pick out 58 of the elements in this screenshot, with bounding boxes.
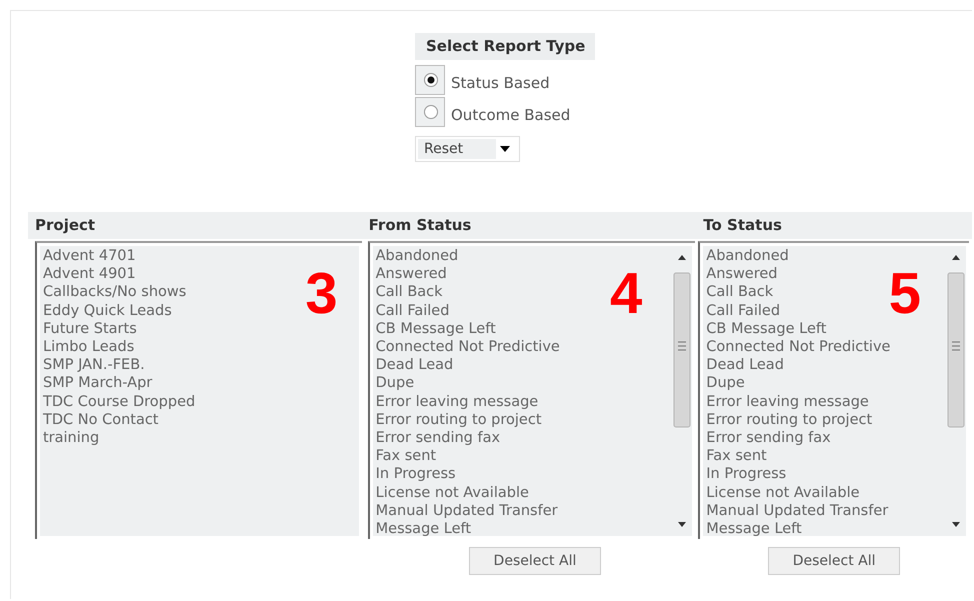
list-item[interactable]: Eddy Quick Leads xyxy=(43,302,172,320)
radio-button[interactable] xyxy=(423,104,439,120)
list-item[interactable]: Fax sent xyxy=(376,447,436,466)
list-item[interactable]: Dead Lead xyxy=(376,356,454,374)
list-item[interactable]: Error sending fax xyxy=(706,429,831,448)
list-item[interactable]: SMP March-Apr xyxy=(43,374,152,393)
list-item[interactable]: Answered xyxy=(706,265,778,284)
list-item[interactable]: Error leaving message xyxy=(706,392,869,411)
list-item[interactable]: CB Message Left xyxy=(376,320,496,338)
deselect-all-button[interactable]: Deselect All xyxy=(768,547,900,575)
list-item[interactable]: Call Back xyxy=(706,283,774,302)
list-item[interactable]: Dead Lead xyxy=(706,356,784,374)
list-item[interactable]: SMP JAN.-FEB. xyxy=(43,356,145,374)
list-item[interactable]: Connected Not Predictive xyxy=(376,338,560,356)
radio-label: Outcome Based xyxy=(451,106,570,124)
list-item[interactable]: Abandoned xyxy=(376,247,458,266)
list-item[interactable]: Dupe xyxy=(706,374,745,393)
list-item[interactable]: Error routing to project xyxy=(376,410,542,430)
list-item[interactable]: training xyxy=(43,429,100,448)
list-item[interactable]: Message Left xyxy=(706,520,802,538)
list-item[interactable]: Fax sent xyxy=(706,447,767,466)
list-item[interactable]: Call Failed xyxy=(706,302,780,320)
list-item[interactable]: Future Starts xyxy=(43,320,137,338)
list-item[interactable]: Dupe xyxy=(376,374,414,393)
list-item[interactable]: Abandoned xyxy=(706,247,789,266)
list-item[interactable]: License not Available xyxy=(706,484,860,502)
list-item[interactable]: In Progress xyxy=(376,465,456,484)
list-item[interactable]: Connected Not Predictive xyxy=(706,338,890,356)
list-item[interactable]: License not Available xyxy=(376,484,529,502)
list-item[interactable]: TDC No Contact xyxy=(43,410,158,430)
caret-icon xyxy=(499,145,511,153)
list-item[interactable]: TDC Course Dropped xyxy=(43,392,196,411)
callout-number: 3 xyxy=(305,265,338,323)
list-item[interactable]: Error sending fax xyxy=(376,429,500,448)
radio-label: Status Based xyxy=(451,74,550,92)
section-title: Select Report Type xyxy=(415,33,595,60)
list-item[interactable]: Limbo Leads xyxy=(43,338,134,356)
list-item[interactable]: Call Back xyxy=(376,283,443,302)
list-item[interactable]: Call Failed xyxy=(376,302,450,320)
list-item[interactable]: In Progress xyxy=(706,465,786,484)
list-item[interactable]: Manual Updated Transfer xyxy=(376,502,558,520)
deselect-all-button[interactable]: Deselect All xyxy=(468,547,601,575)
callout-number: 5 xyxy=(888,265,921,323)
list-item[interactable]: Callbacks/No shows xyxy=(43,283,186,302)
callout-number: 4 xyxy=(610,265,642,323)
list-item[interactable]: Error routing to project xyxy=(706,410,872,430)
radio-button[interactable] xyxy=(423,72,439,88)
list-item[interactable]: Answered xyxy=(376,265,447,284)
list-item[interactable]: Advent 4901 xyxy=(43,265,136,284)
list-item[interactable]: Manual Updated Transfer xyxy=(706,502,888,520)
list-item[interactable]: CB Message Left xyxy=(706,320,826,338)
panel-header: To Status xyxy=(696,212,972,239)
panel-header: Project xyxy=(28,212,362,239)
panel-header: From Status xyxy=(362,212,696,239)
reset-dropdown[interactable]: Reset xyxy=(415,136,520,162)
list-item[interactable]: Advent 4701 xyxy=(43,247,136,266)
list-item[interactable]: Error leaving message xyxy=(376,392,538,411)
list-item[interactable]: Message Left xyxy=(376,520,472,538)
